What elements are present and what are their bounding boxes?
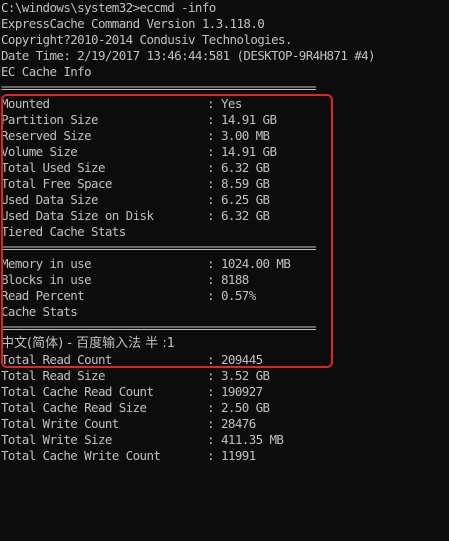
stat-value: 14.91 GB: [221, 112, 277, 127]
stat-value: 3.00 MB: [221, 128, 270, 143]
stat-value: 8.59 GB: [221, 176, 270, 191]
stat-key: Used Data Size: [1, 192, 99, 207]
stat-value: 411.35 MB: [221, 432, 284, 447]
stat-separator: :: [207, 112, 215, 127]
stat-value: 11991: [221, 448, 256, 463]
stat-separator: :: [207, 192, 215, 207]
stat-separator: :: [207, 176, 215, 191]
stat-value: 8188: [221, 272, 249, 287]
stat-row: Used Data Size on Disk:6.32 GB: [0, 208, 449, 224]
stat-key: Mounted: [1, 96, 50, 111]
stat-key: Total Used Size: [1, 160, 105, 175]
stat-separator: :: [207, 368, 215, 383]
stat-row: Partition Size:14.91 GB: [0, 112, 449, 128]
stat-separator: :: [207, 128, 215, 143]
stat-row: Total Write Size:411.35 MB: [0, 432, 449, 448]
stat-key: Memory in use: [1, 256, 92, 271]
section-separator: ========================================…: [1, 80, 317, 95]
stat-separator: :: [207, 400, 215, 415]
stat-row: Memory in use:1024.00 MB: [0, 256, 449, 272]
stat-value: 0.57%: [221, 288, 256, 303]
ime-status-line: 中文(简体) - 百度输入法 半 :1: [1, 336, 176, 351]
version-line: ExpressCache Command Version 1.3.118.0: [1, 16, 265, 31]
stat-separator: :: [207, 352, 215, 367]
stat-value: 209445: [221, 352, 263, 367]
stat-key: Total Read Count: [1, 352, 112, 367]
tiered-cache-stats-rows: Memory in use:1024.00 MB Blocks in use:81…: [0, 256, 449, 304]
stat-key: Volume Size: [1, 144, 78, 159]
stat-row: Blocks in use:8188: [0, 272, 449, 288]
section-separator: ========================================…: [1, 320, 317, 335]
cache-stats-rows: Total Read Count:209445 Total Read Size:3…: [0, 352, 449, 464]
section-separator: ========================================…: [1, 240, 317, 255]
stat-value: 6.32 GB: [221, 208, 270, 223]
stat-separator: :: [207, 96, 215, 111]
stat-row: Total Used Size:6.32 GB: [0, 160, 449, 176]
console-window[interactable]: C:\windows\system32>eccmd -info ExpressC…: [0, 0, 449, 541]
stat-row: Total Write Count:28476: [0, 416, 449, 432]
stat-row: Used Data Size:6.25 GB: [0, 192, 449, 208]
stat-key: Blocks in use: [1, 272, 92, 287]
stat-row: Total Cache Read Size:2.50 GB: [0, 400, 449, 416]
cache-stats-title: Cache Stats: [1, 304, 78, 319]
tiered-cache-stats-title: Tiered Cache Stats: [1, 224, 126, 239]
stat-separator: :: [207, 432, 215, 447]
stat-key: Total Cache Read Count: [1, 384, 154, 399]
stat-row: Total Read Count:209445: [0, 352, 449, 368]
stat-row: Volume Size:14.91 GB: [0, 144, 449, 160]
stat-row: Total Cache Write Count:11991: [0, 448, 449, 464]
stat-key: Read Percent: [1, 288, 85, 303]
stat-key: Total Cache Read Size: [1, 400, 147, 415]
stat-key: Total Read Size: [1, 368, 105, 383]
stat-key: Total Write Size: [1, 432, 112, 447]
stat-key: Total Cache Write Count: [1, 448, 161, 463]
copyright-line: Copyright?2010-2014 Condusiv Technologie…: [1, 32, 292, 47]
stat-separator: :: [207, 160, 215, 175]
ec-cache-info-rows: Mounted: Yes Partition Size:14.91 GB Reserv…: [0, 96, 449, 224]
stat-separator: :: [207, 272, 215, 287]
stat-key: Partition Size: [1, 112, 99, 127]
stat-key: Used Data Size on Disk: [1, 208, 154, 223]
stat-value: 14.91 GB: [221, 144, 277, 159]
stat-row: Total Free Space:8.59 GB: [0, 176, 449, 192]
stat-value: 3.52 GB: [221, 368, 270, 383]
stat-value: 2.50 GB: [221, 400, 270, 415]
stat-key: Reserved Size: [1, 128, 92, 143]
stat-separator: :: [207, 208, 215, 223]
stat-separator: :: [207, 448, 215, 463]
stat-row: Read Percent:0.57%: [0, 288, 449, 304]
stat-value: Yes: [221, 96, 242, 111]
stat-key: Total Free Space: [1, 176, 112, 191]
stat-separator: :: [207, 288, 215, 303]
stat-separator: :: [207, 416, 215, 431]
date-time-line: Date Time: 2/19/2017 13:46:44:581 (DESKT…: [1, 48, 376, 63]
stat-value: 6.32 GB: [221, 160, 270, 175]
command-prompt-line: C:\windows\system32>eccmd -info: [1, 0, 216, 15]
stat-row: Reserved Size:3.00 MB: [0, 128, 449, 144]
stat-separator: :: [207, 256, 215, 271]
stat-key: Total Write Count: [1, 416, 119, 431]
stat-row: Mounted: Yes: [0, 96, 449, 112]
ec-cache-info-title: EC Cache Info: [1, 64, 92, 79]
stat-separator: :: [207, 384, 215, 399]
stat-value: 190927: [221, 384, 263, 399]
stat-value: 1024.00 MB: [221, 256, 291, 271]
stat-separator: :: [207, 144, 215, 159]
stat-row: Total Read Size:3.52 GB: [0, 368, 449, 384]
stat-row: Total Cache Read Count:190927: [0, 384, 449, 400]
stat-value: 28476: [221, 416, 256, 431]
stat-value: 6.25 GB: [221, 192, 270, 207]
